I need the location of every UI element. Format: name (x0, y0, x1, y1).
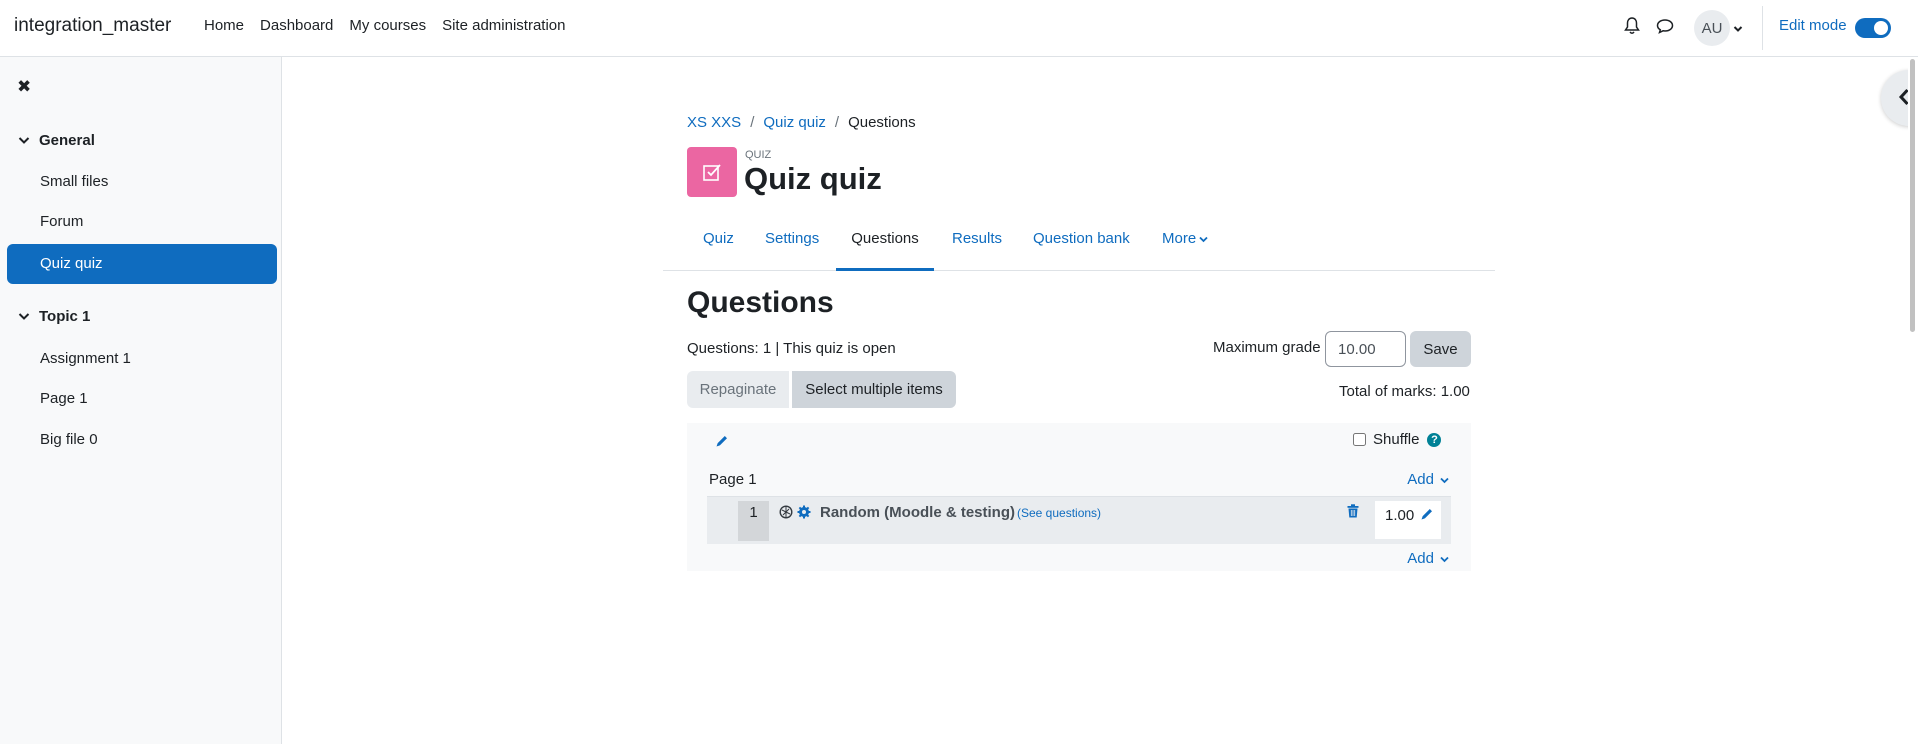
tab-quiz[interactable]: Quiz (703, 221, 734, 271)
chevron-down-icon[interactable] (1733, 20, 1743, 37)
nav-home[interactable]: Home (204, 17, 244, 34)
breadcrumb-separator: / (750, 114, 755, 131)
chevron-down-icon (1199, 221, 1208, 256)
drawer-item-big-file-0[interactable]: Big file 0 (40, 431, 98, 448)
breadcrumb-quiz[interactable]: Quiz quiz (763, 114, 826, 131)
nav-my-courses[interactable]: My courses (349, 17, 426, 34)
tab-question-bank[interactable]: Question bank (1033, 221, 1130, 271)
user-avatar[interactable]: AU (1694, 10, 1730, 46)
add-label: Add (1407, 471, 1434, 488)
tab-settings[interactable]: Settings (765, 221, 819, 271)
help-icon[interactable]: ? (1427, 432, 1442, 447)
question-row: 1 Random (Moodle & testing) (See questio… (707, 496, 1451, 544)
pencil-icon[interactable] (1420, 507, 1434, 525)
page-title: Quiz quiz (744, 161, 882, 196)
edit-mode-toggle[interactable] (1855, 18, 1891, 38)
question-icons (779, 505, 811, 523)
maximum-grade-label: Maximum grade (1213, 339, 1321, 356)
quiz-status: Questions: 1 | This quiz is open (687, 340, 896, 357)
select-multiple-button[interactable]: Select multiple items (792, 371, 956, 408)
chevron-down-icon[interactable] (18, 132, 30, 149)
drawer-item-assignment-1[interactable]: Assignment 1 (40, 350, 131, 367)
breadcrumb-course[interactable]: XS XXS (687, 114, 741, 131)
breadcrumb-current: Questions (848, 114, 916, 131)
add-label: Add (1407, 550, 1434, 567)
drawer-item-quiz-quiz[interactable]: Quiz quiz (7, 244, 277, 284)
quiz-icon (687, 147, 737, 197)
bell-icon[interactable] (1620, 14, 1644, 38)
navbar-divider (1762, 6, 1763, 50)
pencil-icon[interactable] (715, 434, 729, 452)
section-general[interactable]: General (18, 132, 95, 149)
toggle-knob (1874, 21, 1888, 35)
add-menu-bottom[interactable]: Add (1407, 550, 1449, 567)
trash-icon[interactable] (1347, 504, 1359, 522)
tab-questions[interactable]: Questions (836, 221, 934, 271)
chat-bubble-icon[interactable] (1653, 14, 1677, 38)
save-button[interactable]: Save (1410, 331, 1471, 367)
section-title: Topic 1 (39, 308, 91, 325)
shuffle-checkbox[interactable] (1353, 433, 1366, 446)
primary-navigation: Home Dashboard My courses Site administr… (204, 17, 582, 34)
site-brand[interactable]: integration_master (14, 15, 171, 37)
total-marks: Total of marks: 1.00 (1339, 383, 1470, 400)
question-title: Random (Moodle & testing) (820, 504, 1015, 521)
shuffle-label: Shuffle (1373, 431, 1420, 448)
drawer-item-page-1[interactable]: Page 1 (40, 390, 88, 407)
maximum-grade-input[interactable] (1325, 331, 1406, 367)
chevron-down-icon (1440, 471, 1449, 488)
questions-heading: Questions (687, 286, 834, 319)
question-mark-box[interactable]: 1.00 (1375, 501, 1441, 539)
drawer-item-small-files[interactable]: Small files (40, 173, 108, 190)
breadcrumb-separator: / (834, 114, 840, 131)
random-dice-icon (779, 505, 793, 523)
add-menu-top[interactable]: Add (1407, 471, 1449, 488)
drawer-item-forum[interactable]: Forum (40, 213, 83, 230)
question-number: 1 (738, 501, 769, 541)
section-title: General (39, 132, 95, 149)
close-icon[interactable]: ✖ (17, 77, 31, 97)
chevron-down-icon[interactable] (18, 308, 30, 325)
tab-more[interactable]: More (1162, 221, 1208, 256)
quiz-edit-area: Shuffle ? Page 1 Add 1 Random (Moodle & … (687, 423, 1471, 571)
tab-results[interactable]: Results (952, 221, 1002, 271)
see-questions-link[interactable]: (See questions) (1017, 506, 1101, 520)
nav-dashboard[interactable]: Dashboard (260, 17, 333, 34)
page-label: Page 1 (709, 471, 757, 488)
activity-type-label: QUIZ (745, 149, 772, 161)
top-navbar: integration_master Home Dashboard My cou… (0, 0, 1918, 57)
secondary-navigation: Quiz Settings Questions Results Question… (663, 221, 1495, 271)
edit-mode-label: Edit mode (1779, 17, 1847, 34)
course-index-drawer: ✖ General Small files Forum Quiz quiz To… (0, 57, 282, 744)
tab-more-label: More (1162, 230, 1197, 247)
repaginate-button[interactable]: Repaginate (687, 371, 789, 408)
question-mark: 1.00 (1385, 507, 1415, 524)
breadcrumb: XS XXS / Quiz quiz / Questions (687, 114, 916, 131)
page-scrollbar[interactable] (1908, 57, 1918, 744)
gear-icon[interactable] (797, 505, 811, 523)
section-topic-1[interactable]: Topic 1 (18, 308, 90, 325)
chevron-down-icon (1440, 550, 1449, 567)
shuffle-control[interactable]: Shuffle ? (1353, 431, 1442, 448)
nav-site-administration[interactable]: Site administration (442, 17, 565, 34)
scrollbar-thumb[interactable] (1910, 59, 1915, 332)
